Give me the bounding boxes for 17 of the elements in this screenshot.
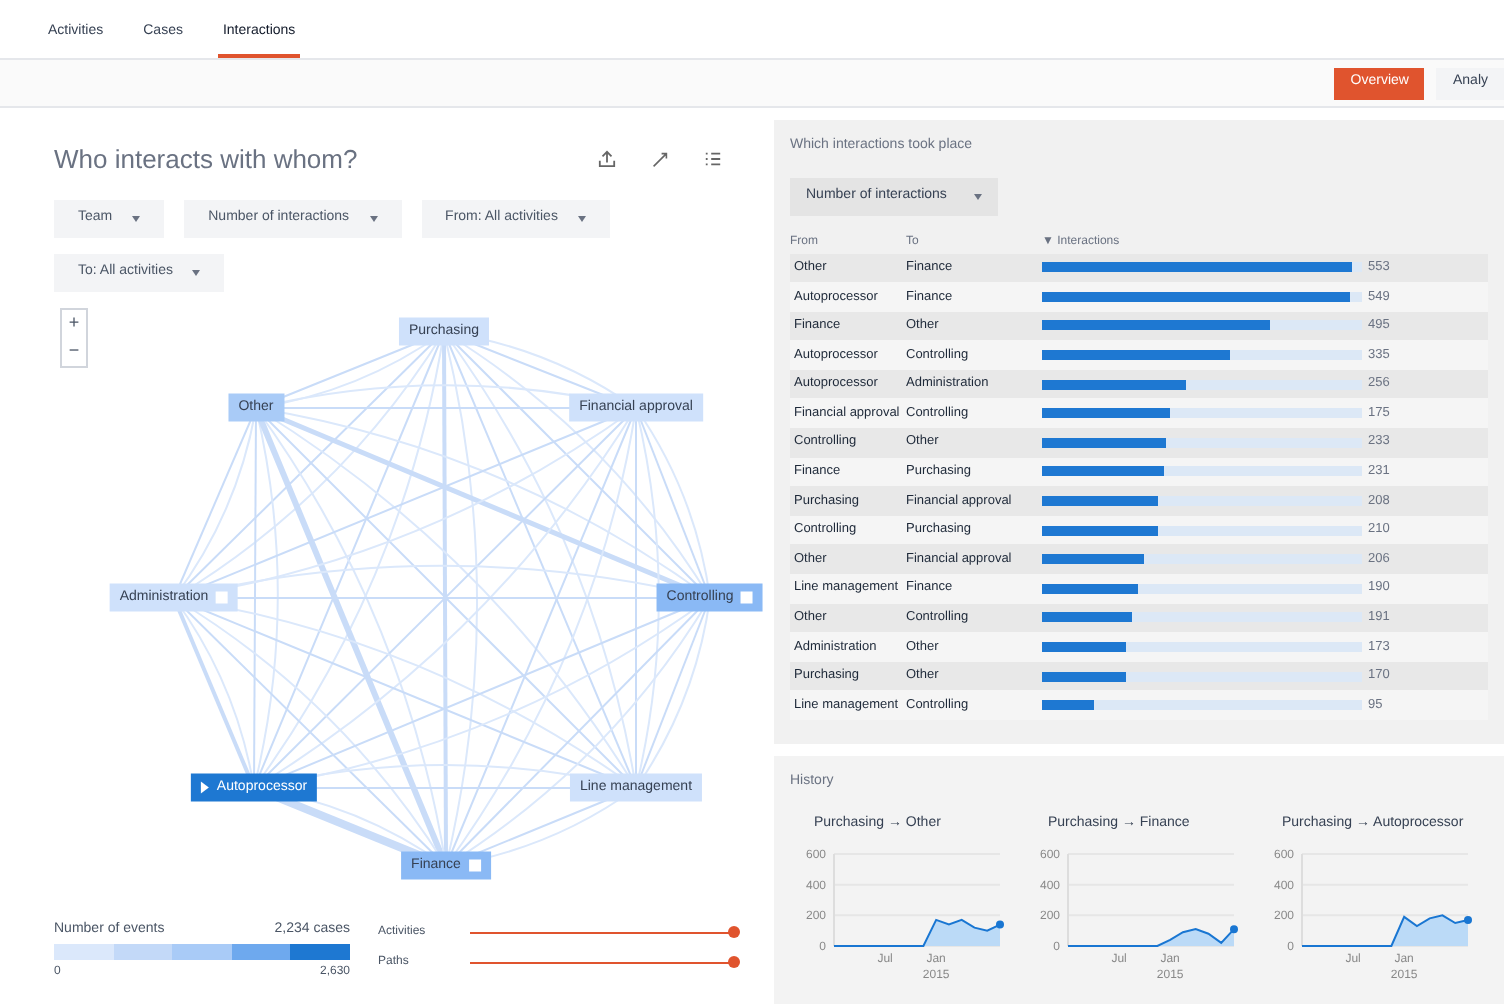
play-icon: [200, 781, 209, 793]
caret-icon: [132, 215, 141, 221]
panel-title: Who interacts with whom?: [54, 142, 358, 178]
slider[interactable]: [470, 926, 734, 938]
data-point: [1230, 925, 1238, 934]
slider[interactable]: [470, 956, 734, 968]
caret-icon: [974, 193, 982, 199]
caret-icon: [192, 269, 201, 275]
caret-icon: [369, 215, 378, 221]
share-icon[interactable]: [598, 150, 616, 169]
zoom-out-button[interactable]: −: [62, 337, 86, 365]
expand-icon[interactable]: [652, 151, 668, 168]
caret-icon: [577, 215, 586, 221]
data-point: [1464, 915, 1472, 924]
list-icon[interactable]: [704, 150, 722, 169]
data-point: [996, 920, 1004, 929]
zoom-in-button[interactable]: +: [62, 309, 86, 337]
